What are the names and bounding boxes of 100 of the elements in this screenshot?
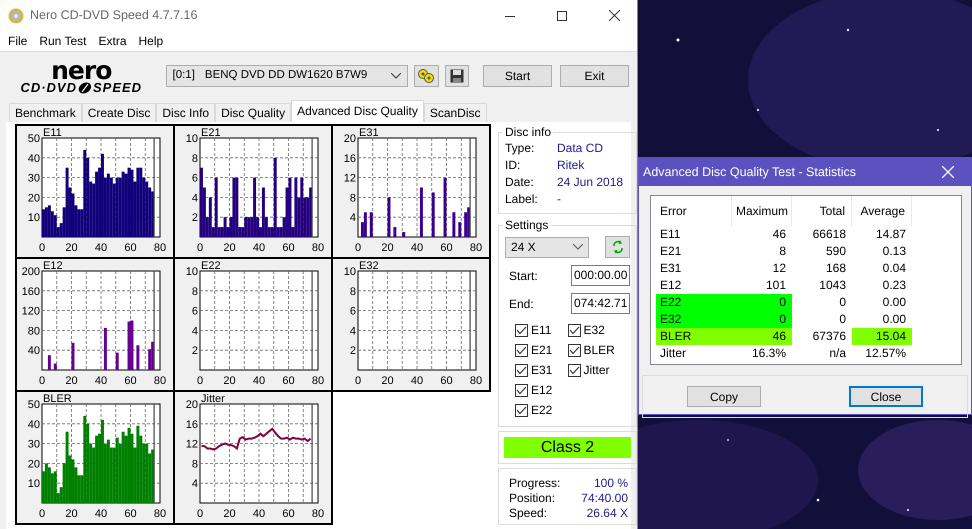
tick-label: 6 — [192, 172, 198, 185]
end-label: End: — [509, 296, 534, 312]
table-cell-text: 168 — [824, 260, 847, 277]
progress-value: 100 % — [594, 474, 628, 492]
progress-label: Position: — [509, 490, 556, 506]
tick-label: 20 — [223, 375, 236, 387]
table-cell-text: 12 — [772, 260, 787, 277]
field-label: Date: — [505, 174, 535, 190]
chart-title: E11 — [43, 127, 62, 139]
tick-label: 60 — [282, 375, 295, 387]
tick-label: 40 — [28, 345, 40, 358]
tick-label: 40 — [28, 418, 40, 431]
chart-title: E21 — [201, 127, 221, 139]
tick-label: 80 — [154, 242, 166, 254]
table-cell-text: E21 — [659, 243, 682, 260]
table-cell-text: 66618 — [812, 226, 847, 243]
tick-label: 4 — [350, 325, 356, 338]
tick-label: 60 — [124, 375, 137, 387]
tick-label: 60 — [282, 242, 295, 254]
table-cell-text: 0.00 — [882, 311, 907, 328]
progress-label: Speed: — [509, 504, 548, 522]
chart-title: Jitter — [201, 393, 225, 405]
table-cell-text: 0.13 — [882, 243, 907, 260]
chart-title: E12 — [43, 260, 63, 272]
tick-label: 30 — [28, 172, 40, 185]
tick-label: 40 — [410, 242, 424, 254]
table-cell-text: 67376 — [812, 328, 847, 345]
tick-label: 40 — [252, 375, 266, 387]
tick-label: 80 — [470, 242, 482, 254]
tick-label: 40 — [94, 242, 108, 254]
chart-title: E31 — [359, 127, 379, 139]
tick-label: 200 — [22, 266, 40, 278]
table-cell-text: 0 — [838, 294, 847, 311]
tick-label: 20 — [381, 375, 394, 387]
table-cell: BLER — [656, 328, 732, 345]
tick-label: 80 — [312, 375, 324, 387]
logo-text: SPEED — [93, 81, 142, 94]
tick-label: 6 — [192, 306, 198, 318]
tick-label: 160 — [22, 286, 40, 298]
table-cell-text: 0.00 — [882, 294, 907, 311]
tick-label: 20 — [344, 133, 356, 145]
tick-label: 10 — [28, 212, 40, 224]
tick-label: 20 — [65, 508, 78, 520]
tick-label: 80 — [312, 508, 324, 520]
tick-label: 60 — [282, 508, 295, 520]
tick-label: 60 — [124, 508, 137, 520]
tick-label: 0 — [196, 242, 204, 254]
tick-label: 0 — [38, 375, 46, 387]
table-cell: E32 — [656, 311, 732, 328]
field-label: ID: — [505, 156, 522, 174]
table-cell-text: n/a — [828, 345, 847, 362]
table-cell-text: 0.04 — [882, 260, 907, 277]
class-badge: Class 2 — [504, 437, 631, 458]
tick-label: 80 — [312, 242, 324, 254]
tick-label: 16 — [344, 152, 356, 165]
tick-label: 2 — [192, 345, 198, 358]
tick-label: 40 — [94, 508, 108, 520]
tick-label: 0 — [38, 508, 46, 520]
tick-label: 0 — [38, 242, 46, 254]
tick-label: 8 — [350, 192, 356, 204]
table-cell-text: 16.3% — [750, 345, 787, 362]
table-cell-text: 14.87 — [874, 226, 907, 243]
field-value: Ritek — [557, 156, 584, 174]
tick-label: 20 — [65, 242, 78, 254]
tick-label: 40 — [28, 152, 40, 165]
tick-label: 16 — [186, 418, 198, 431]
table-cell-text: 0 — [838, 311, 847, 328]
table-cell: 15.04 — [852, 328, 912, 345]
tick-label: 60 — [124, 242, 137, 254]
table-cell-text: 101 — [764, 277, 787, 294]
tick-label: 4 — [350, 212, 356, 224]
tick-label: 20 — [186, 399, 198, 411]
table-cell: 0 — [732, 294, 792, 311]
logo-text: nero — [51, 58, 112, 83]
tick-label: 50 — [28, 133, 40, 145]
tick-label: 40 — [410, 375, 424, 387]
dialog-title: Advanced Disc Quality Test - Statistics — [643, 164, 858, 181]
field-label: Type: — [505, 140, 536, 156]
tick-label: 6 — [350, 306, 356, 318]
tick-label: 2 — [192, 212, 198, 224]
table-cell-text: 12.57% — [864, 345, 907, 362]
tick-label: 0 — [196, 375, 204, 387]
logo-text: CD·DVD — [20, 81, 77, 94]
tick-label: 30 — [28, 438, 40, 451]
tick-label: 80 — [28, 325, 40, 338]
chart-title: E22 — [201, 260, 221, 272]
progress-label: Progress: — [509, 474, 560, 492]
tick-label: 50 — [28, 399, 40, 411]
tick-label: 40 — [252, 242, 266, 254]
table-cell-text: E11 — [659, 226, 682, 243]
tick-label: 12 — [186, 438, 198, 451]
tick-label: 12 — [344, 172, 356, 185]
tick-label: 4 — [192, 478, 198, 490]
table-cell: 0 — [732, 311, 792, 328]
tick-label: 10 — [344, 266, 356, 278]
start-label: Start: — [509, 268, 538, 284]
tick-label: 8 — [192, 152, 198, 165]
tick-label: 10 — [28, 478, 40, 490]
tick-label: 8 — [192, 458, 198, 470]
field-value: - — [557, 190, 561, 208]
